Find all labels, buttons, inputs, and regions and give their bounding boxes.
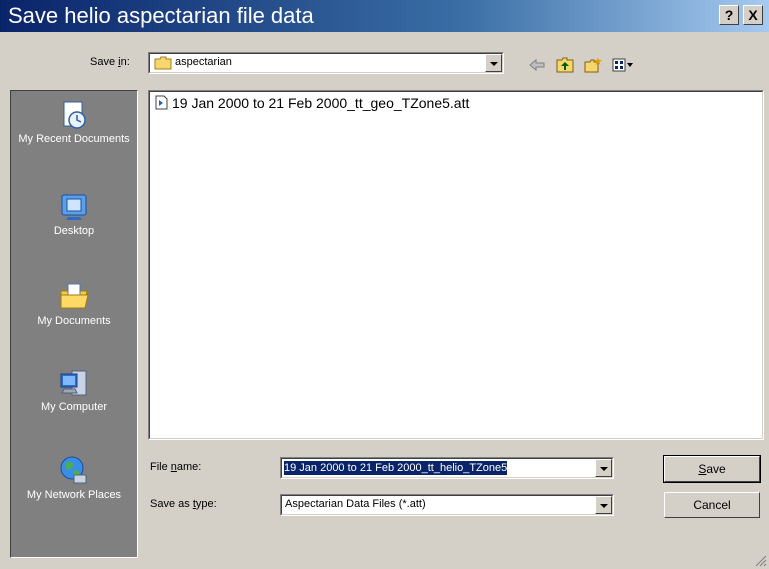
my-computer-icon [60,370,87,396]
place-desktop[interactable]: Desktop [11,191,137,238]
title-bar[interactable]: Save helio aspectarian file data ? X [0,0,769,32]
save-as-type-label: Save as type: [150,498,217,510]
network-places-icon [60,456,87,484]
new-folder-icon[interactable] [584,57,602,73]
my-documents-icon [60,283,89,309]
file-list[interactable]: 19 Jan 2000 to 21 Feb 2000_tt_geo_TZone5… [148,90,764,440]
save-button[interactable]: Save [663,455,761,483]
file-icon [155,95,168,110]
recent-documents-icon [63,101,86,129]
place-recent-documents[interactable]: My Recent Documents [11,99,137,146]
place-network[interactable]: My Network Places [11,455,137,502]
cancel-button[interactable]: Cancel [664,492,760,518]
desktop-icon [61,194,87,220]
save-in-dropdown[interactable]: aspectarian [148,52,504,74]
save-in-label: Save in: [90,56,130,68]
save-in-value: aspectarian [175,56,232,68]
place-my-documents[interactable]: My Documents [11,281,137,328]
up-folder-icon[interactable] [556,57,574,73]
chevron-down-icon[interactable] [595,459,612,477]
folder-icon [154,56,172,70]
views-menu-icon[interactable] [612,57,634,73]
window-title: Save helio aspectarian file data [8,3,314,28]
places-bar: My Recent Documents Desktop My Documents… [10,90,138,558]
place-my-computer[interactable]: My Computer [11,367,137,414]
chevron-down-icon[interactable] [485,54,502,72]
file-name-label: File name: [150,461,202,473]
file-name-value[interactable]: 19 Jan 2000 to 21 Feb 2000_tt_helio_TZon… [284,461,508,475]
file-name-text: 19 Jan 2000 to 21 Feb 2000_tt_geo_TZone5… [172,95,470,111]
resize-grip-icon[interactable] [755,555,767,567]
back-arrow-icon[interactable] [528,57,546,73]
chevron-down-icon[interactable] [595,496,612,514]
close-button[interactable]: X [743,5,763,25]
save-as-type-dropdown[interactable]: Aspectarian Data Files (*.att) [280,494,614,516]
list-item[interactable]: 19 Jan 2000 to 21 Feb 2000_tt_geo_TZone5… [155,95,469,111]
save-as-type-value: Aspectarian Data Files (*.att) [285,498,426,510]
file-name-input[interactable]: 19 Jan 2000 to 21 Feb 2000_tt_helio_TZon… [280,457,614,479]
help-button[interactable]: ? [719,5,739,25]
